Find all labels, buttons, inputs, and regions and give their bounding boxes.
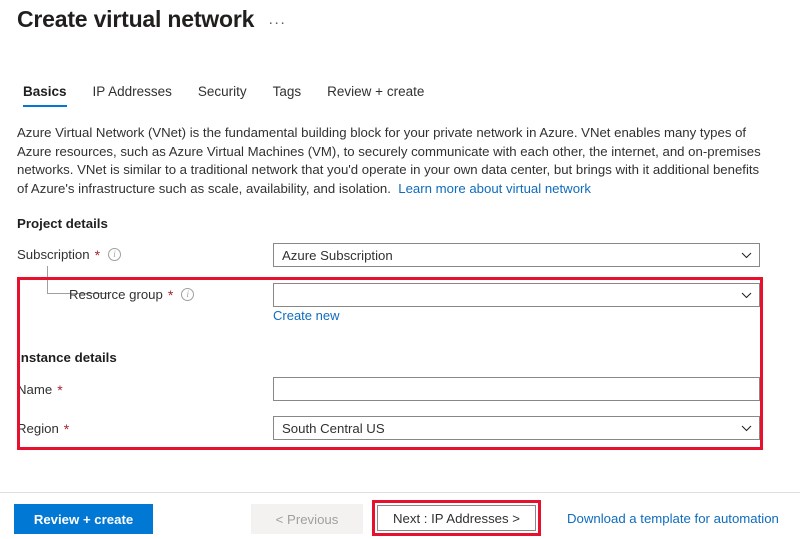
- info-icon[interactable]: i: [181, 288, 195, 301]
- create-virtual-network-page: Create virtual network ··· Basics IP Add…: [0, 0, 800, 539]
- page-title: Create virtual network: [17, 6, 255, 32]
- subscription-value: Azure Subscription: [282, 247, 393, 263]
- region-required-marker: *: [63, 420, 70, 437]
- resource-group-required-marker: *: [167, 286, 174, 303]
- name-required-marker: *: [57, 381, 63, 398]
- subscription-label: Subscription * i: [17, 246, 122, 263]
- tab-review-create[interactable]: Review + create: [314, 84, 437, 107]
- subscription-label-text: Subscription: [17, 247, 90, 262]
- review-create-button[interactable]: Review + create: [14, 504, 153, 534]
- next-ip-addresses-button[interactable]: Next : IP Addresses >: [377, 505, 536, 531]
- region-value: South Central US: [282, 420, 385, 436]
- resource-group-label: Resource group * i: [69, 286, 195, 303]
- name-label-text: Name: [17, 382, 53, 397]
- description-text: Azure Virtual Network (VNet) is the fund…: [17, 125, 761, 196]
- tab-security[interactable]: Security: [185, 84, 260, 107]
- resource-group-label-text: Resource group: [69, 287, 163, 302]
- subscription-select[interactable]: Azure Subscription: [273, 243, 760, 267]
- subscription-required-marker: *: [94, 246, 101, 263]
- chevron-down-icon: [741, 250, 752, 261]
- download-template-link[interactable]: Download a template for automation: [567, 511, 779, 526]
- info-icon[interactable]: i: [108, 248, 122, 261]
- more-actions-icon[interactable]: ···: [268, 8, 286, 38]
- chevron-down-icon: [741, 290, 752, 301]
- chevron-down-icon: [741, 423, 752, 434]
- create-new-resource-group-link[interactable]: Create new: [273, 308, 339, 323]
- tab-basics[interactable]: Basics: [17, 84, 80, 107]
- footer-divider: [0, 492, 800, 493]
- resource-group-select[interactable]: [273, 283, 760, 307]
- region-label-text: Region: [17, 421, 59, 436]
- name-input[interactable]: [273, 377, 760, 401]
- instance-details-heading: Instance details: [17, 350, 117, 365]
- region-label: Region *: [17, 421, 69, 436]
- description-paragraph: Azure Virtual Network (VNet) is the fund…: [17, 124, 762, 198]
- project-details-heading: Project details: [17, 216, 108, 231]
- name-label: Name *: [17, 382, 63, 397]
- previous-button: < Previous: [251, 504, 363, 534]
- tab-ip-addresses[interactable]: IP Addresses: [80, 84, 185, 107]
- wizard-tabs: Basics IP Addresses Security Tags Review…: [17, 84, 437, 107]
- tab-tags[interactable]: Tags: [260, 84, 315, 107]
- page-header: Create virtual network ···: [17, 4, 286, 38]
- region-select[interactable]: South Central US: [273, 416, 760, 440]
- learn-more-link[interactable]: Learn more about virtual network: [398, 181, 591, 196]
